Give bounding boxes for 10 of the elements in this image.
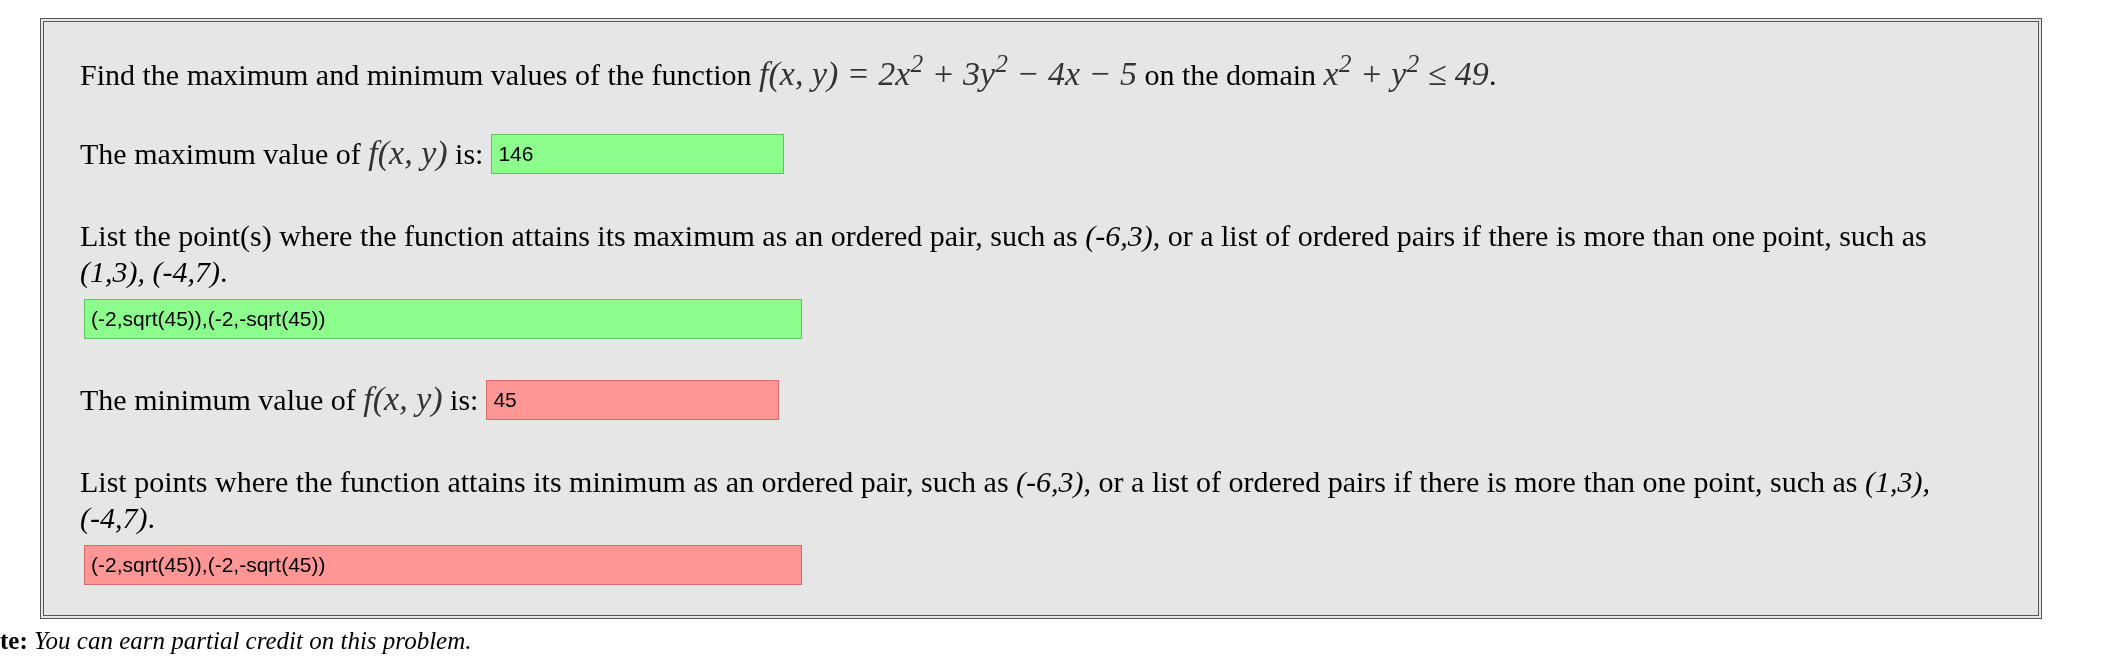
- note-text: te: You can earn partial credit on this problem.: [0, 626, 473, 656]
- answer-field[interactable]: (-2,sqrt(45)),(-2,-sqrt(45)): [84, 299, 802, 339]
- answer-label: The minimum value of f(x, y) is:: [80, 381, 479, 418]
- answer-field[interactable]: 45: [486, 380, 780, 420]
- instruction-text: List points where the function attains its minimum as an ordered pair, such as (-6,3), or a list of ordered pairs if there is more than one point, such as (1,3), (-4,7).: [80, 464, 1931, 536]
- answer-label: The maximum value of f(x, y) is:: [80, 135, 484, 172]
- answer-field[interactable]: (-2,sqrt(45)),(-2,-sqrt(45)): [84, 545, 802, 585]
- answer-field[interactable]: 146: [491, 134, 785, 174]
- question-text: Find the maximum and minimum values of the function f(x, y) = 2x$^{2}$ + 3y$^{2}$ − 4x − 5 on the domain x$^{2}$ + y$^{2}$ ≤ 49.: [80, 56, 1498, 93]
- instruction-text: List the point(s) where the function attains its maximum as an ordered pair, such as (-6,3), or a list of ordered pairs if there is more than one point, such as (1,3), (-4,7).: [80, 218, 1928, 290]
